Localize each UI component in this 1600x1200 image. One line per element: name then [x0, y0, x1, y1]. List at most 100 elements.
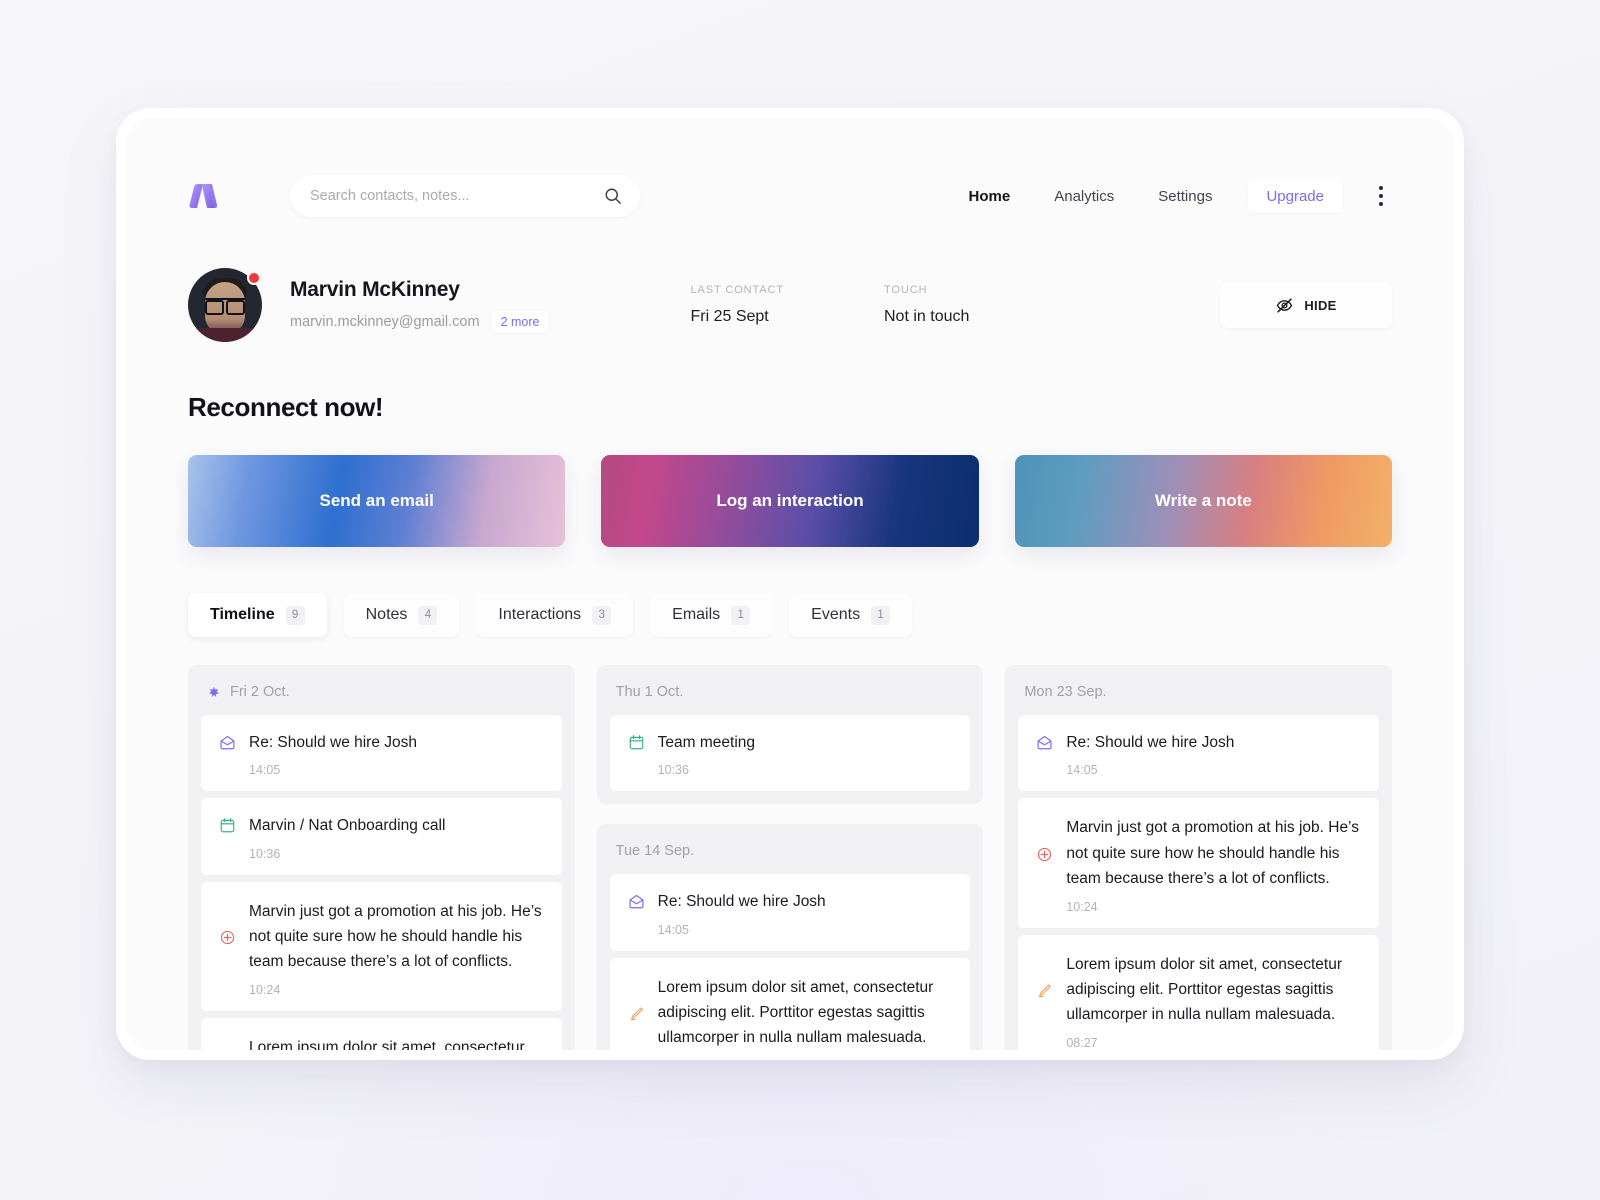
contact-subline: marvin.mckinney@gmail.com 2 more [290, 310, 549, 333]
tab-interactions[interactable]: Interactions 3 [476, 593, 634, 637]
timeline-item-list: Team meeting 10:36 [609, 715, 971, 792]
more-emails-button[interactable]: 2 more [491, 310, 549, 333]
tab-count-badge: 1 [871, 605, 891, 625]
hide-button[interactable]: HIDE [1220, 282, 1392, 328]
stat-value: Not in touch [884, 308, 970, 325]
timeline-item-time: 08:27 [1066, 1036, 1098, 1050]
page-title: Reconnect now! [188, 392, 384, 422]
tab-notes[interactable]: Notes 4 [343, 593, 460, 637]
email-icon [220, 735, 235, 750]
timeline-item[interactable]: Lorem ipsum dolor sit amet, consectetur … [609, 957, 971, 1050]
stat-last-contact: LAST CONTACT Fri 25 Sept [690, 284, 784, 326]
timeline-day-group: Thu 1 Oct. Team meeting 10:36 [596, 665, 984, 805]
nav-item-analytics[interactable]: Analytics [1032, 182, 1136, 211]
kebab-menu-icon[interactable] [1370, 183, 1392, 209]
timeline-item-row: Marvin / Nat Onboarding call 10:36 [219, 815, 544, 861]
app-window: Home Analytics Settings Upgrade [116, 108, 1464, 1060]
avatar-glasses [205, 298, 245, 315]
tab-timeline[interactable]: Timeline 9 [188, 593, 327, 637]
timeline-day-group: Mon 23 Sep. Re: Should we hire Josh 14:05 M… [1005, 665, 1393, 1050]
timeline-item-text: Marvin just got a promotion at his job. … [249, 902, 542, 971]
timeline-item-text: Re: Should we hire Josh [1066, 734, 1235, 751]
timeline-item-list: Re: Should we hire Josh 14:05 Marvin / Nat… [201, 715, 562, 1050]
timeline-day-header: Tue 14 Sep. [610, 837, 971, 874]
timeline-day-group: Tue 14 Sep. Re: Should we hire Josh 14:05 L… [596, 824, 984, 1050]
timeline-item-row: Re: Should we hire Josh 14:05 [628, 891, 953, 937]
pencil-icon [1038, 984, 1052, 998]
timeline-item[interactable]: Re: Should we hire Josh 14:05 [609, 874, 971, 951]
tab-label: Notes [365, 606, 408, 623]
timeline-item[interactable]: Marvin / Nat Onboarding call 10:36 [201, 798, 562, 875]
timeline-item-body: Team meeting 10:36 [658, 732, 953, 777]
timeline-item-list: Re: Should we hire Josh 14:05 Marvin just … [1018, 715, 1380, 1050]
timeline-item[interactable]: Lorem ipsum dolor sit amet, consectetur … [201, 1018, 562, 1050]
timeline-item-row: Lorem ipsum dolor sit amet, consectetur … [219, 1035, 544, 1050]
pencil-icon [630, 1007, 643, 1021]
timeline-day-date: Mon 23 Sep. [1024, 684, 1107, 700]
log-an-interaction-button[interactable]: Log an interaction [601, 455, 979, 547]
avatar[interactable] [188, 268, 262, 342]
timeline-column: Fri 2 Oct. Re: Should we hire Josh 14:05 Ma… [188, 665, 575, 1050]
timeline-item[interactable]: Marvin just got a promotion at his job. … [201, 881, 562, 1012]
tab-count-badge: 4 [418, 605, 438, 625]
timeline-item-text: Lorem ipsum dolor sit amet, consectetur … [1066, 955, 1343, 1024]
timeline-day-header: Fri 2 Oct. [201, 678, 562, 715]
search-icon[interactable] [604, 187, 622, 205]
timeline-item-text: Team meeting [657, 734, 756, 751]
timeline-item-row: Re: Should we hire Josh 14:05 [1036, 732, 1361, 777]
timeline-item[interactable]: Marvin just got a promotion at his job. … [1018, 798, 1380, 928]
nav-item-settings[interactable]: Settings [1136, 182, 1234, 211]
timeline-item[interactable]: Re: Should we hire Josh 14:05 [201, 715, 562, 792]
search-bar[interactable] [290, 175, 640, 217]
tab-count-badge: 3 [592, 605, 612, 625]
timeline-item-time: 10:24 [1066, 899, 1098, 914]
timeline-item-list: Re: Should we hire Josh 14:05 Lorem ipsum … [609, 874, 971, 1050]
search-input[interactable] [310, 188, 604, 204]
stat-value: Fri 25 Sept [690, 308, 769, 325]
timeline-item-row: Marvin just got a promotion at his job. … [219, 899, 544, 974]
app-logo-icon[interactable] [188, 181, 222, 211]
timeline-column: Mon 23 Sep. Re: Should we hire Josh 14:05 M… [1005, 665, 1393, 1050]
timeline-board: Fri 2 Oct. Re: Should we hire Josh 14:05 Ma… [126, 637, 1454, 1050]
timeline-day-header: Mon 23 Sep. [1018, 678, 1379, 715]
tab-emails[interactable]: Emails 1 [650, 593, 773, 637]
timeline-column: Thu 1 Oct. Team meeting 10:36 Tue 14 Sep. Re… [596, 665, 984, 1050]
nav-item-home[interactable]: Home [947, 182, 1033, 211]
main-navigation: Home Analytics Settings Upgrade [947, 179, 1392, 213]
timeline-item-text: Re: Should we hire Josh [657, 893, 826, 911]
tab-label: Events [811, 606, 861, 623]
contact-header: Marvin McKinney marvin.mckinney@gmail.co… [126, 226, 1454, 342]
kebab-dot [1379, 194, 1383, 198]
tab-count-badge: 1 [731, 605, 751, 625]
eye-off-icon [1277, 297, 1293, 313]
timeline-item[interactable]: Re: Should we hire Josh 14:05 [1018, 715, 1380, 792]
send-an-email-button[interactable]: Send an email [188, 455, 566, 547]
timeline-item-body: Re: Should we hire Josh 14:05 [658, 891, 953, 936]
timeline-item-text: Lorem ipsum dolor sit amet, consectetur … [657, 978, 934, 1047]
timeline-day-date: Thu 1 Oct. [615, 684, 684, 700]
timeline-item-time: 14:05 [1066, 763, 1098, 778]
email-icon [629, 895, 644, 909]
timeline-item-body: Lorem ipsum dolor sit amet, consectetur … [249, 1035, 544, 1050]
notification-dot [247, 271, 261, 285]
timeline-item-text: Marvin / Nat Onboarding call [249, 817, 446, 835]
timeline-item-body: Lorem ipsum dolor sit amet, consectetur … [1066, 952, 1361, 1027]
hide-button-label: HIDE [1304, 297, 1337, 313]
timeline-day-date: Tue 14 Sep. [615, 843, 695, 860]
write-a-note-button[interactable]: Write a note [1014, 455, 1392, 547]
stat-touch: TOUCH Not in touch [884, 284, 969, 326]
timeline-item-body: Re: Should we hire Josh 14:05 [1066, 732, 1361, 777]
topbar: Home Analytics Settings Upgrade [126, 118, 1454, 226]
tab-events[interactable]: Events 1 [789, 593, 913, 637]
timeline-item-row: Lorem ipsum dolor sit amet, consectetur … [1036, 952, 1361, 1027]
timeline-item[interactable]: Team meeting 10:36 [609, 715, 971, 792]
upgrade-button[interactable]: Upgrade [1248, 179, 1342, 213]
timeline-item[interactable]: Lorem ipsum dolor sit amet, consectetur … [1018, 934, 1380, 1050]
email-icon [1037, 735, 1052, 750]
timeline-day-date: Fri 2 Oct. [230, 684, 290, 700]
stat-label: LAST CONTACT [690, 284, 784, 296]
app-viewport: Home Analytics Settings Upgrade [126, 118, 1454, 1050]
content-tabs: Timeline 9 Notes 4 Interactions 3 Emails… [126, 547, 1454, 637]
tab-count-badge: 9 [285, 605, 305, 625]
tab-label: Timeline [210, 606, 275, 623]
